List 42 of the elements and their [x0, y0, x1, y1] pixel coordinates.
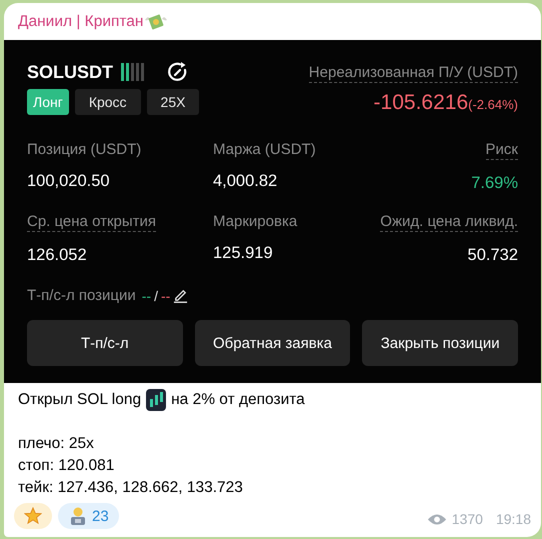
chart-icon — [146, 389, 166, 411]
star-icon — [24, 507, 42, 525]
symbol: SOLUSDT — [27, 62, 114, 82]
channel-name[interactable]: Даниил | Криптан — [18, 12, 144, 30]
stat-label: Ср. цена открытия — [27, 213, 156, 232]
stat-value: 7.69% — [471, 174, 518, 193]
refresh-icon[interactable] — [167, 61, 190, 83]
stat-value: 100,020.50 — [27, 172, 110, 191]
stat-label: Маркировка — [213, 213, 298, 230]
position-tag: Кросс — [74, 89, 141, 115]
money-icon — [144, 12, 168, 32]
message-text: тейк: 127.436, 128.662, 133.723 — [18, 479, 243, 497]
tpsl-label: Т-п/с-л позиции — [27, 287, 136, 304]
action-button[interactable]: Закрыть позиции — [362, 320, 518, 366]
take-profit-value: -- — [142, 288, 152, 304]
view-count: 1370 — [452, 511, 483, 527]
pnl-label: Нереализованная П/У (USDT) — [308, 64, 518, 83]
action-button[interactable]: Обратная заявка — [194, 320, 350, 366]
person-laptop-icon — [68, 506, 88, 526]
stop-loss-value: -- — [160, 288, 170, 304]
message-text: плечо: 25x — [18, 435, 94, 453]
position-tag: 25X — [146, 89, 200, 115]
pnl-percent: (-2.64%) — [468, 97, 518, 112]
stat-label: Маржа (USDT) — [213, 141, 316, 158]
action-button[interactable]: Т-п/с-л — [27, 320, 183, 366]
stat-value: 50.732 — [468, 246, 518, 265]
star-reaction[interactable] — [14, 503, 52, 529]
stat-label: Ожид. цена ликвид. — [380, 213, 518, 232]
message-text: Открыл SOL long — [18, 391, 142, 409]
stat-value: 4,000.82 — [213, 172, 278, 191]
stat-value: 126.052 — [27, 246, 87, 265]
position-tag: Лонг — [27, 89, 69, 115]
views-icon — [426, 512, 447, 526]
message-text: стоп: 120.081 — [18, 457, 114, 475]
message-time: 19:18 — [496, 511, 531, 527]
edit-icon[interactable] — [173, 288, 188, 303]
stat-label: Риск — [486, 141, 518, 160]
stat-label: Позиция (USDT) — [27, 141, 142, 158]
stat-value: 125.919 — [213, 244, 273, 263]
message-text: на 2% от депозита — [171, 391, 305, 409]
pnl-value: -105.6216 — [374, 91, 468, 115]
separator: / — [154, 288, 158, 304]
